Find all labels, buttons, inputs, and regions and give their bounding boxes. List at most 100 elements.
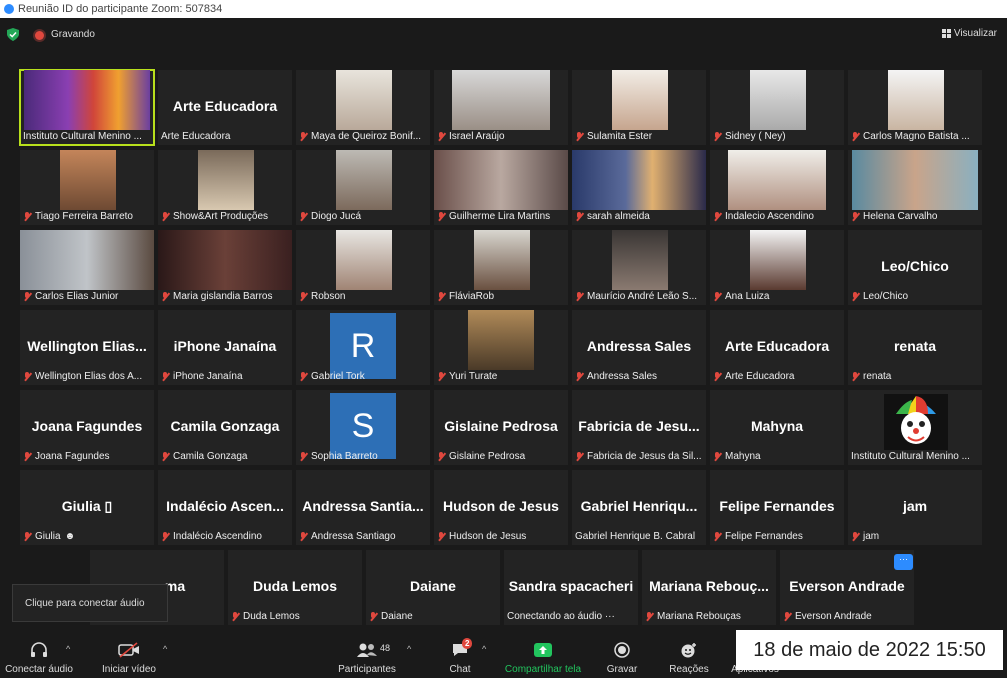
participant-tile[interactable]: Daiane Daiane: [366, 550, 500, 625]
muted-mic-icon: [575, 372, 583, 381]
recording-label: Gravando: [51, 29, 95, 40]
participant-tile[interactable]: Camila Gonzaga Camila Gonzaga: [158, 390, 292, 465]
participant-tile[interactable]: Mahyna Mahyna: [710, 390, 844, 465]
chevron-up-icon[interactable]: ^: [407, 644, 411, 654]
participant-tile-video[interactable]: Carlos Magno Batista ...: [848, 70, 982, 145]
participant-tile[interactable]: Giulia ▯ Giulia ☻: [20, 470, 154, 545]
participant-tile-video[interactable]: Tiago Ferreira Barreto: [20, 150, 154, 225]
participant-tile[interactable]: Arte Educadora Arte Educadora: [158, 70, 292, 145]
participant-tile-video[interactable]: Guilherme Lira Martins: [434, 150, 568, 225]
participant-name: Giulia ☻: [23, 531, 151, 542]
participant-tile-video[interactable]: Instituto Cultural Menino ...: [19, 69, 155, 146]
participant-tile-video[interactable]: Maria gislandia Barros: [158, 230, 292, 305]
grid-view-icon: [941, 29, 951, 38]
participant-tile-video[interactable]: Sulamita Ester: [572, 70, 706, 145]
shield-check-icon[interactable]: [7, 28, 19, 41]
participant-tile[interactable]: renata renata: [848, 310, 982, 385]
start-video-label: Iniciar vídeo: [102, 664, 156, 675]
participant-name: Indalecio Ascendino: [713, 211, 841, 222]
participant-display-name: jam: [902, 498, 928, 514]
participant-name: Maurício André Leão S...: [575, 291, 703, 302]
participant-display-name: Felipe Fernandes: [719, 498, 835, 514]
participant-video: [198, 150, 254, 210]
participant-video: [336, 70, 392, 130]
participant-video: [888, 70, 944, 130]
muted-mic-icon: [713, 372, 721, 381]
muted-mic-icon: [713, 292, 721, 301]
participant-tile[interactable]: Gislaine Pedrosa Gislaine Pedrosa: [434, 390, 568, 465]
more-options-button[interactable]: ···: [894, 554, 913, 570]
participant-tile[interactable]: R Gabriel Tork: [296, 310, 430, 385]
participant-tile[interactable]: Instituto Cultural Menino ...: [848, 390, 982, 465]
start-video-button[interactable]: Iniciar vídeo: [96, 632, 162, 678]
participant-tile-video[interactable]: FláviaRob: [434, 230, 568, 305]
record-button[interactable]: Gravar: [600, 632, 644, 678]
muted-mic-icon: [23, 372, 31, 381]
participant-name: renata: [851, 371, 979, 382]
participant-tile[interactable]: Fabricia de Jesu... Fabricia de Jesus da…: [572, 390, 706, 465]
participant-tile[interactable]: Wellington Elias... Wellington Elias dos…: [20, 310, 154, 385]
participant-display-name: Gabriel Henriqu...: [580, 498, 698, 514]
participant-display-name: Everson Andrade: [789, 578, 905, 594]
participant-tile-video[interactable]: Maya de Queiroz Bonif...: [296, 70, 430, 145]
participant-tile[interactable]: iPhone Janaína iPhone Janaína: [158, 310, 292, 385]
share-screen-button[interactable]: Compartilhar tela: [500, 632, 586, 678]
participant-video: [452, 70, 550, 130]
muted-mic-icon: [437, 532, 445, 541]
participant-display-name: Wellington Elias...: [27, 338, 147, 354]
participant-tile[interactable]: S Sophia Barreto: [296, 390, 430, 465]
participant-tile-video[interactable]: Show&Art Produções: [158, 150, 292, 225]
participant-tile-video[interactable]: Diogo Jucá: [296, 150, 430, 225]
participant-name: Tiago Ferreira Barreto: [23, 211, 151, 222]
reactions-button[interactable]: Reações: [664, 632, 714, 678]
participant-tile-video[interactable]: Yuri Turate: [434, 310, 568, 385]
participant-tile-video[interactable]: Maurício André Leão S...: [572, 230, 706, 305]
participant-name: jam: [851, 531, 979, 542]
participant-tile-video[interactable]: Ana Luiza: [710, 230, 844, 305]
muted-mic-icon: [299, 452, 307, 461]
participant-tile-video[interactable]: sarah almeida: [572, 150, 706, 225]
participant-tile[interactable]: Indalécio Ascen... Indalécio Ascendino: [158, 470, 292, 545]
participant-tile[interactable]: Duda Lemos Duda Lemos: [228, 550, 362, 625]
participants-button[interactable]: 48 Participantes: [332, 632, 402, 678]
participant-video: [612, 230, 668, 290]
share-screen-icon: [534, 643, 552, 657]
chevron-up-icon[interactable]: ^: [163, 644, 167, 654]
muted-mic-icon: [851, 532, 859, 541]
chat-label: Chat: [449, 664, 471, 675]
participant-display-name: Sandra spacacheri: [508, 578, 634, 594]
participant-tile-video[interactable]: Indalecio Ascendino: [710, 150, 844, 225]
participant-tile[interactable]: Arte Educadora Arte Educadora: [710, 310, 844, 385]
participant-name: Maria gislandia Barros: [161, 291, 289, 302]
participant-tile-video[interactable]: Israel Araújo: [434, 70, 568, 145]
participant-name: Yuri Turate: [437, 371, 565, 382]
share-screen-label: Compartilhar tela: [504, 664, 582, 675]
participant-tile[interactable]: Leo/Chico Leo/Chico: [848, 230, 982, 305]
participant-avatar: S: [330, 393, 396, 459]
participant-name: Gabriel Henrique B. Cabral: [575, 531, 696, 542]
participant-tile[interactable]: Sandra spacacheri Conectando ao áudio ··…: [504, 550, 638, 625]
participant-tile-video[interactable]: Sidney ( Ney): [710, 70, 844, 145]
participant-display-name: Mahyna: [750, 418, 804, 434]
participant-tile[interactable]: jam jam: [848, 470, 982, 545]
participant-tile-video[interactable]: Helena Carvalho: [848, 150, 982, 225]
participant-tile[interactable]: Mariana Rebouç... Mariana Rebouças: [642, 550, 776, 625]
participant-tile[interactable]: Gabriel Henriqu... Gabriel Henrique B. C…: [572, 470, 706, 545]
participant-name: Fabricia de Jesus da Sil...: [575, 451, 703, 462]
participant-tile[interactable]: Felipe Fernandes Felipe Fernandes: [710, 470, 844, 545]
participant-name: Wellington Elias dos A...: [23, 371, 151, 382]
participant-video: [336, 230, 392, 290]
participant-tile-video[interactable]: Carlos Elias Junior: [20, 230, 154, 305]
connect-audio-button[interactable]: Conectar áudio: [0, 632, 78, 678]
participant-tile[interactable]: Joana Fagundes Joana Fagundes: [20, 390, 154, 465]
participant-tile-video[interactable]: Robson: [296, 230, 430, 305]
chevron-up-icon[interactable]: ^: [66, 644, 70, 654]
view-button[interactable]: Visualizar: [941, 28, 997, 39]
participant-tile[interactable]: Andressa Sales Andressa Sales: [572, 310, 706, 385]
participant-tile[interactable]: Hudson de Jesus Hudson de Jesus: [434, 470, 568, 545]
chevron-up-icon[interactable]: ^: [482, 644, 486, 654]
participant-tile[interactable]: Andressa Santia... Andressa Santiago: [296, 470, 430, 545]
participant-name: Felipe Fernandes: [713, 531, 841, 542]
chat-button[interactable]: 2 Chat: [440, 632, 480, 678]
participant-name: Andressa Santiago: [299, 531, 427, 542]
